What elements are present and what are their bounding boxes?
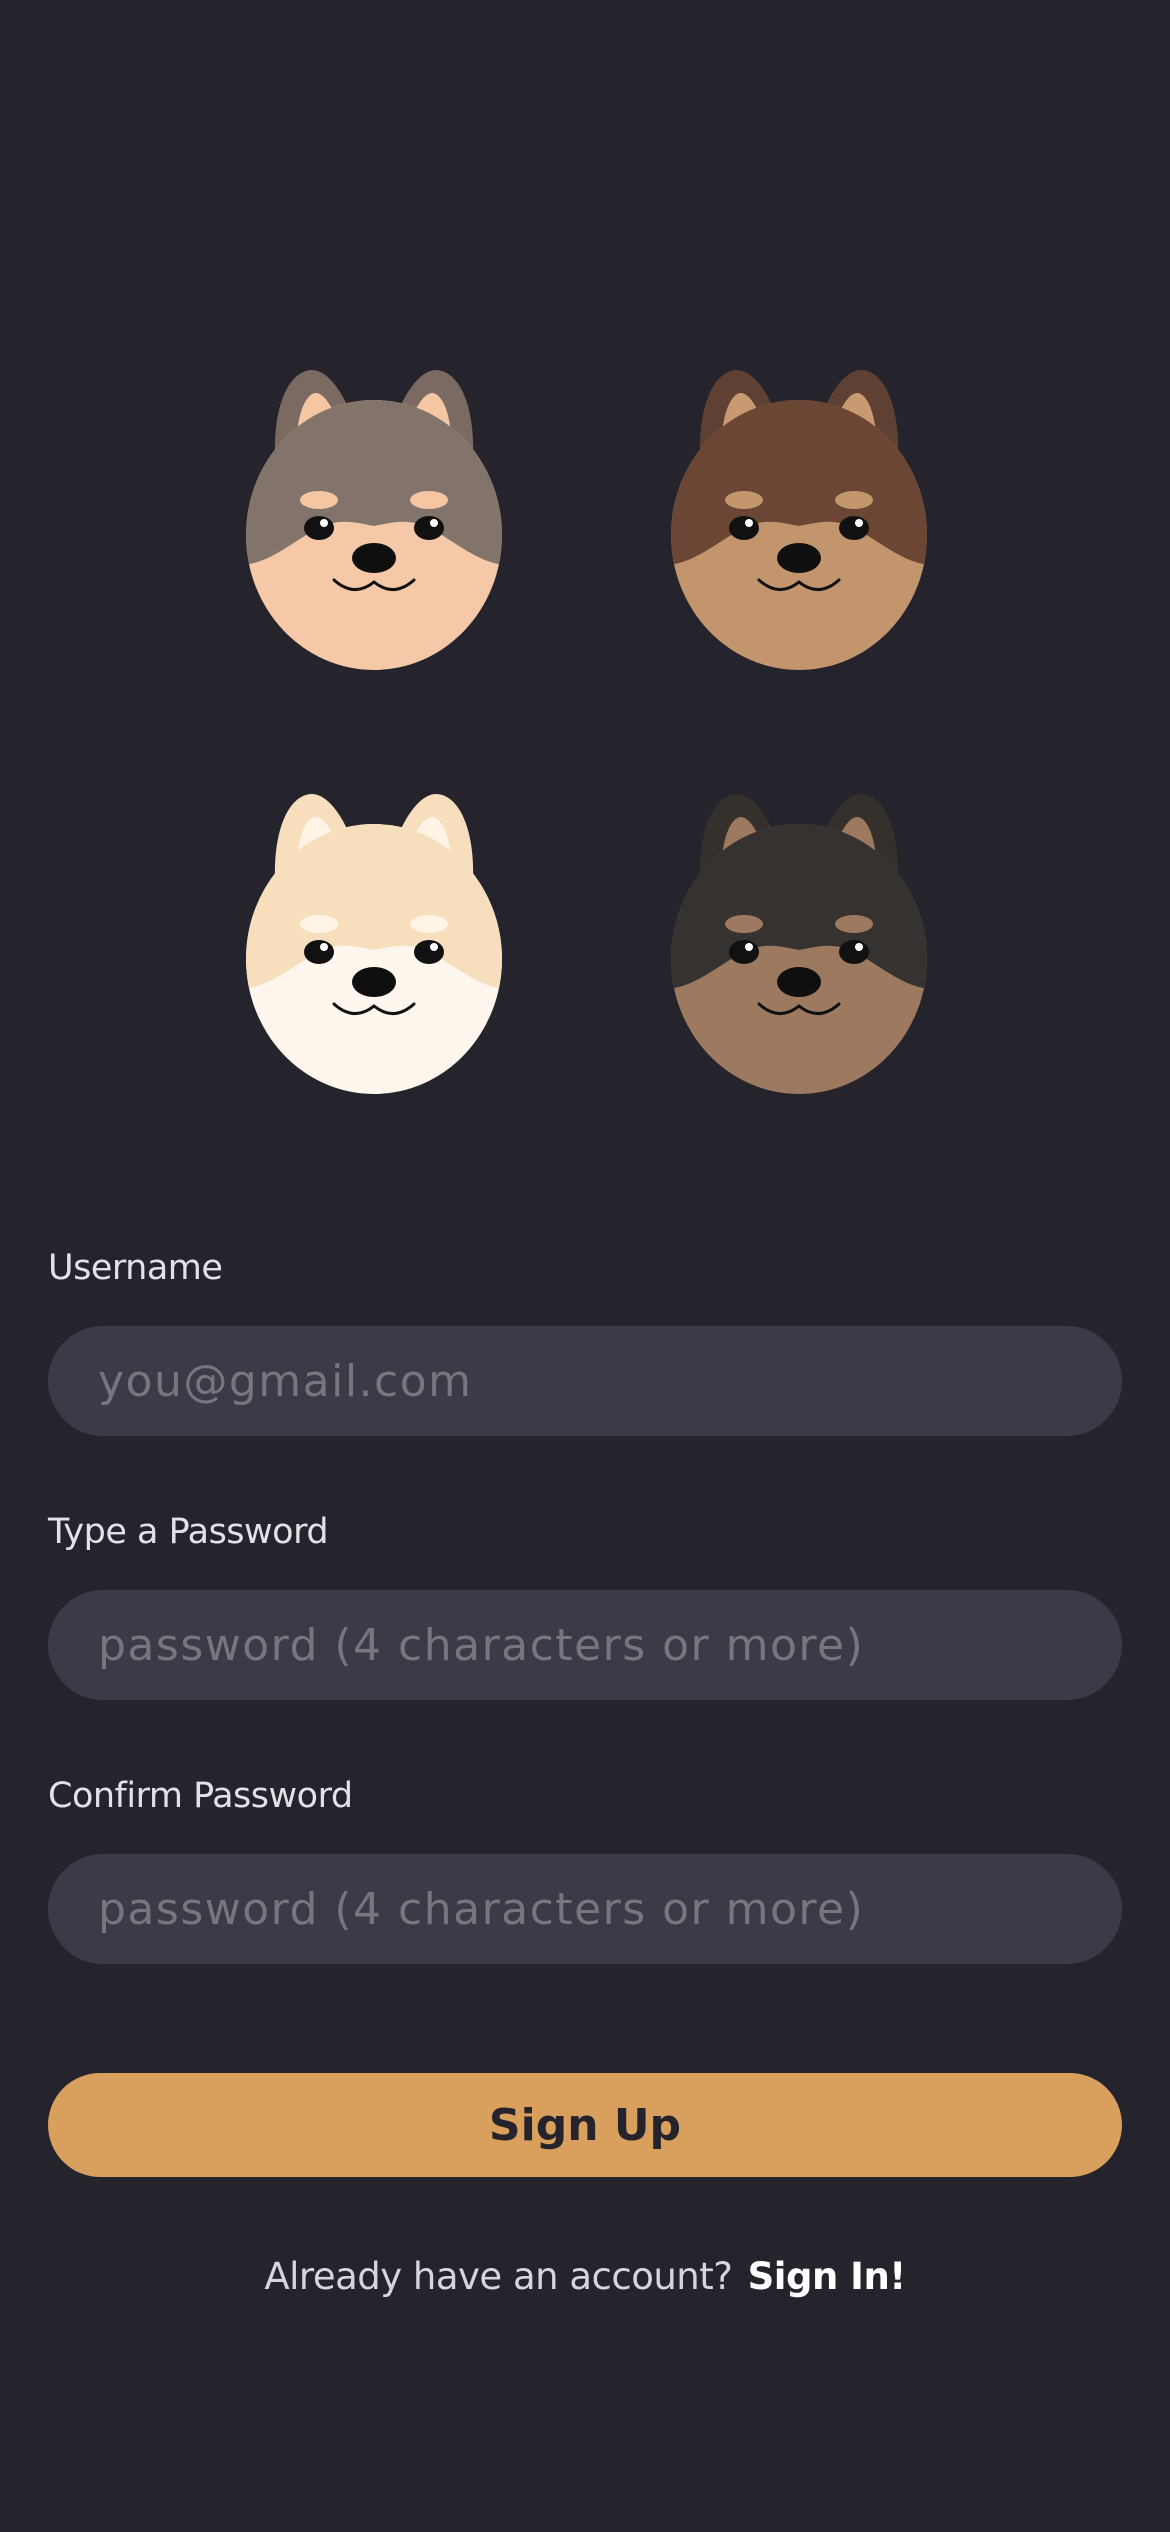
sign-in-prompt-text: Already have an account? [264, 2255, 733, 2298]
dog-avatar-icon[interactable] [664, 360, 934, 680]
avatar-grid [0, 360, 1170, 1120]
sign-in-link[interactable]: Sign In! [748, 2255, 907, 2298]
confirm-password-input[interactable] [48, 1854, 1122, 1964]
sign-up-button[interactable]: Sign Up [48, 2073, 1122, 2177]
password-label: Type a Password [48, 1512, 329, 1552]
username-label: Username [48, 1248, 223, 1288]
dog-avatar-icon[interactable] [664, 784, 934, 1104]
dog-avatar-icon[interactable] [239, 360, 509, 680]
password-input[interactable] [48, 1590, 1122, 1700]
confirm-password-label: Confirm Password [48, 1776, 353, 1816]
sign-in-prompt: Already have an account? Sign In! [0, 2255, 1170, 2298]
username-input[interactable] [48, 1326, 1122, 1436]
dog-avatar-icon[interactable] [239, 784, 509, 1104]
